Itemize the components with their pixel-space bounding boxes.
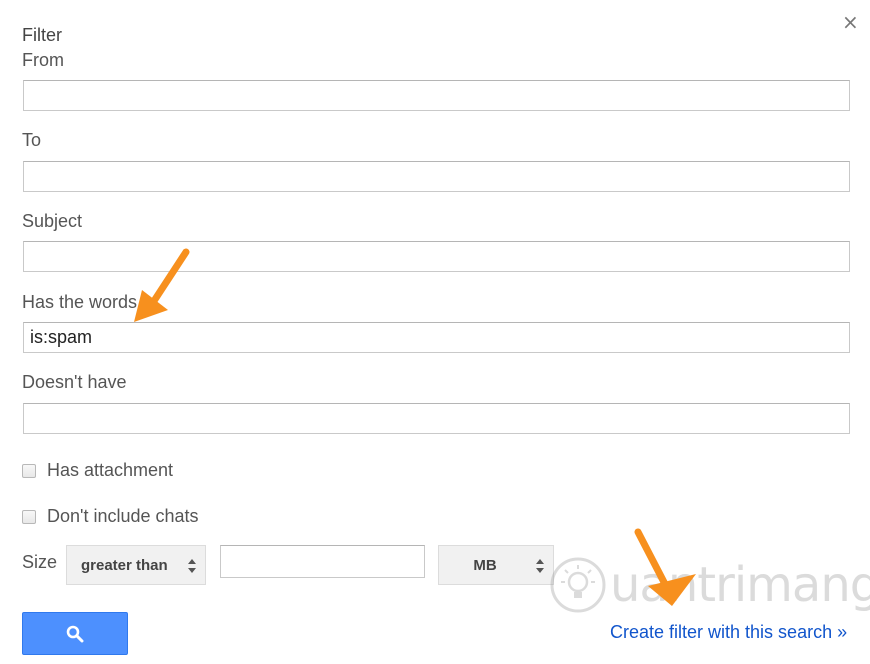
- from-label: From: [22, 50, 64, 70]
- subject-label: Subject: [22, 211, 83, 231]
- close-icon[interactable]: ×: [842, 12, 859, 32]
- has-attachment-label: Has attachment: [47, 460, 174, 480]
- search-icon: [66, 625, 84, 642]
- dont-include-chats-row[interactable]: Don't include chats: [22, 506, 199, 527]
- size-unit-value: MB: [473, 556, 497, 574]
- doesnt-have-label: Doesn't have: [22, 372, 127, 392]
- size-comparator-select[interactable]: greater than: [66, 545, 206, 585]
- subject-input[interactable]: [23, 241, 850, 272]
- has-attachment-checkbox[interactable]: [22, 463, 36, 478]
- to-label: To: [22, 130, 42, 150]
- select-arrows-icon: [188, 559, 196, 573]
- dialog-title: Filter: [22, 25, 62, 45]
- from-input[interactable]: [23, 80, 850, 111]
- watermark-logo: uantrimang: [548, 555, 870, 615]
- size-comparator-value: greater than: [81, 556, 168, 574]
- search-button[interactable]: [22, 612, 128, 655]
- has-words-input[interactable]: [23, 322, 850, 353]
- size-unit-select[interactable]: MB: [438, 545, 554, 585]
- size-value-input[interactable]: [220, 545, 425, 578]
- doesnt-have-input[interactable]: [23, 403, 850, 434]
- has-attachment-row[interactable]: Has attachment: [22, 460, 173, 481]
- bulb-icon: [550, 557, 606, 613]
- dont-include-chats-checkbox[interactable]: [22, 509, 36, 524]
- create-filter-link[interactable]: Create filter with this search »: [610, 622, 847, 643]
- to-input[interactable]: [23, 161, 850, 192]
- filter-dialog: × Filter From To Subject Has the words D…: [0, 0, 870, 664]
- select-arrows-icon: [536, 559, 544, 573]
- has-words-label: Has the words: [22, 292, 138, 312]
- size-label: Size: [22, 552, 58, 572]
- watermark-text: uantrimang: [610, 557, 870, 613]
- dont-include-chats-label: Don't include chats: [47, 506, 199, 526]
